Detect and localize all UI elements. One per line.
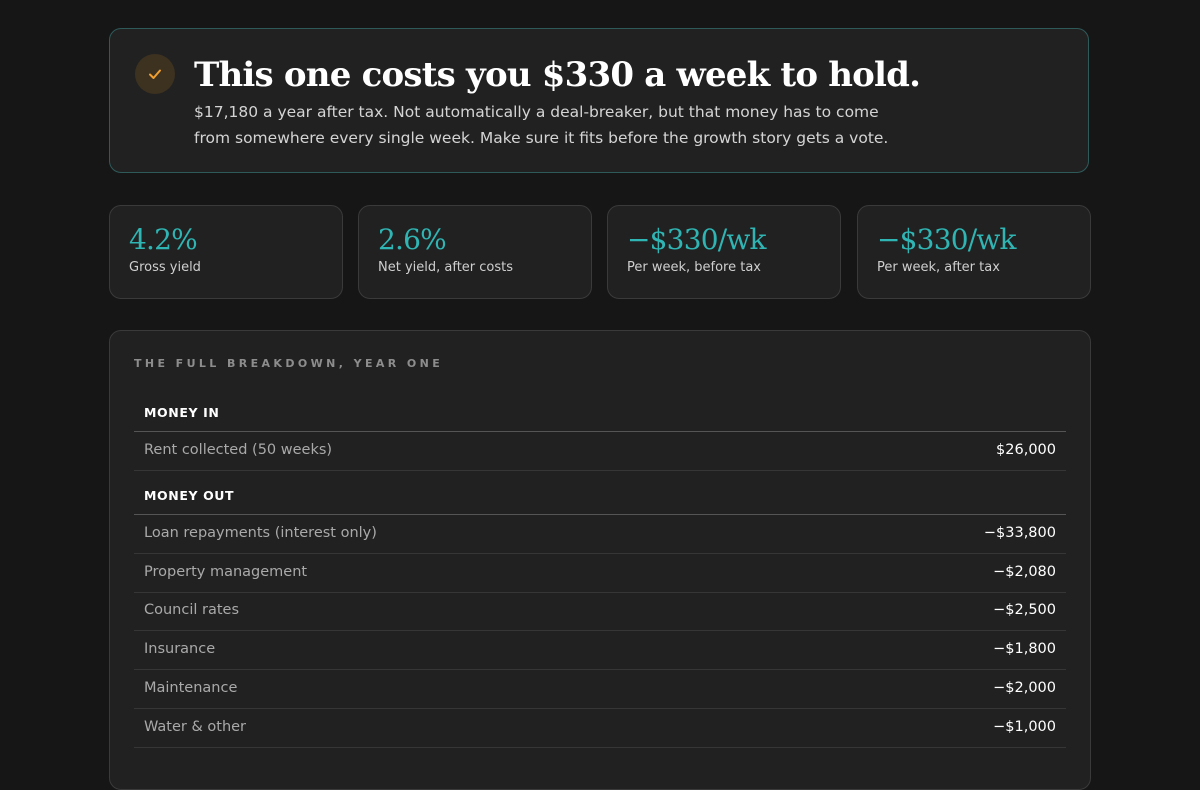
stat-value: −$330/wk	[627, 223, 766, 256]
table-row: Insurance −$1,800	[134, 631, 1066, 670]
row-label: Loan repayments (interest only)	[144, 525, 377, 541]
section-title: MONEY OUT	[144, 488, 235, 503]
table-row: Council rates −$2,500	[134, 592, 1066, 631]
stat-label: Gross yield	[129, 260, 201, 275]
row-amount: −$1,800	[993, 641, 1056, 657]
row-label: Council rates	[144, 602, 240, 618]
stat-value: 4.2%	[129, 223, 198, 256]
table-row: Loan repayments (interest only) −$33,800	[134, 515, 1066, 554]
stat-card-gross-yield: 4.2% Gross yield	[109, 205, 343, 299]
stat-card-weekly-after-tax: −$330/wk Per week, after tax	[857, 205, 1091, 299]
section-title: MONEY IN	[144, 405, 220, 420]
row-amount: −$2,080	[993, 564, 1056, 580]
breakdown-heading: THE FULL BREAKDOWN, YEAR ONE	[134, 357, 444, 370]
table-row: Water & other −$1,000	[134, 709, 1066, 748]
row-label: Maintenance	[144, 680, 238, 696]
table-row: Maintenance −$2,000	[134, 670, 1066, 709]
breakdown-card: THE FULL BREAKDOWN, YEAR ONE MONEY IN Re…	[109, 330, 1091, 790]
table-row: Property management −$2,080	[134, 554, 1066, 593]
stat-card-weekly-before-tax: −$330/wk Per week, before tax	[607, 205, 841, 299]
row-label: Water & other	[144, 719, 247, 735]
stat-card-net-yield: 2.6% Net yield, after costs	[358, 205, 592, 299]
stat-value: 2.6%	[378, 223, 447, 256]
stat-label: Per week, before tax	[627, 260, 761, 275]
check-icon	[135, 54, 175, 94]
row-label: Property management	[144, 564, 308, 580]
stat-label: Per week, after tax	[877, 260, 1000, 275]
row-amount: −$2,000	[993, 680, 1056, 696]
section-money-in: MONEY IN	[134, 394, 1066, 432]
table-row: Rent collected (50 weeks) $26,000	[134, 432, 1066, 471]
row-amount: −$2,500	[993, 602, 1056, 618]
row-label: Insurance	[144, 641, 216, 657]
verdict-card: This one costs you $330 a week to hold. …	[109, 28, 1089, 173]
row-label: Rent collected (50 weeks)	[144, 442, 333, 458]
row-amount: $26,000	[996, 442, 1056, 458]
stat-value: −$330/wk	[877, 223, 1016, 256]
verdict-title: This one costs you $330 a week to hold.	[194, 55, 921, 95]
stat-label: Net yield, after costs	[378, 260, 514, 275]
verdict-body: $17,180 a year after tax. Not automatica…	[194, 103, 889, 147]
row-amount: −$1,000	[993, 719, 1056, 735]
row-amount: −$33,800	[983, 525, 1056, 541]
section-money-out: MONEY OUT	[134, 477, 1066, 515]
